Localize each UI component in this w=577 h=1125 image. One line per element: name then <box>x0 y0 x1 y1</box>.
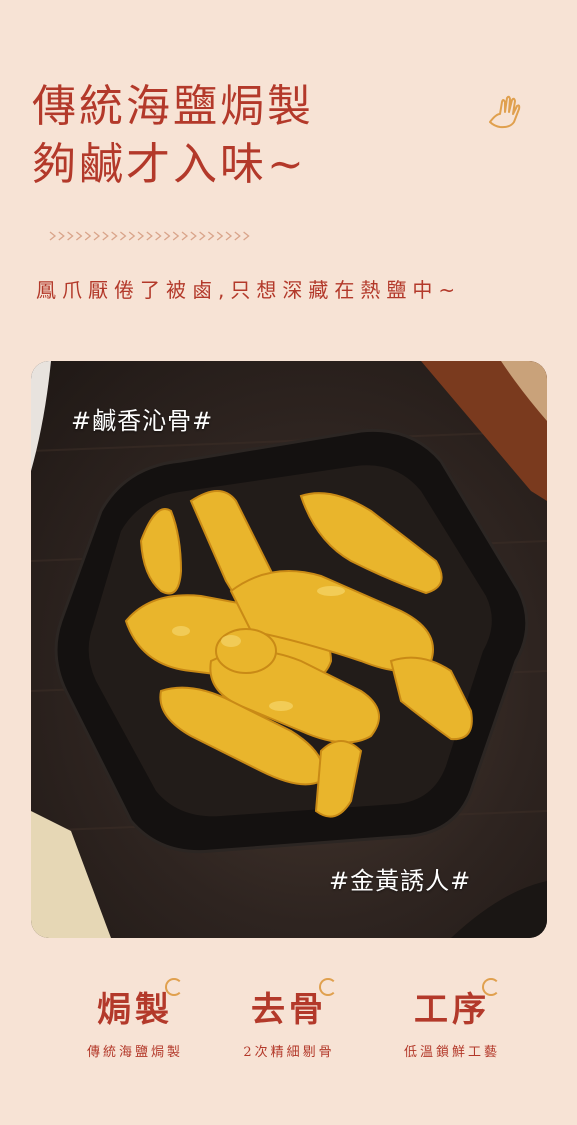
hashtag-golden-tempting: #金黃誘人# <box>329 867 472 895</box>
feature-process: 工序 低溫鎖鮮工藝 <box>367 978 537 1060</box>
feature-title-text: 去骨 <box>251 990 327 1030</box>
feature-title-text: 工序 <box>414 990 490 1030</box>
hashtag-salty-fragrant: #鹹香沁骨# <box>71 407 214 435</box>
chevron-divider-icon <box>49 231 250 241</box>
feature-caption: 低溫鎖鮮工藝 <box>403 1045 500 1060</box>
feature-baked: 焗製 傳統海鹽焗製 <box>50 978 220 1060</box>
subtitle: 鳳爪厭倦了被鹵,只想深藏在熱鹽中~ <box>36 278 462 302</box>
feature-title: 去骨 <box>251 978 337 1031</box>
title-line-1: 傳統海鹽焗製 <box>32 81 314 132</box>
feature-title-text: 焗製 <box>97 990 173 1030</box>
ring-decoration-icon <box>482 978 500 996</box>
product-photo: #鹹香沁骨# #金黃誘人# <box>31 361 547 938</box>
feature-deboned: 去骨 2次精細剔骨 <box>204 978 374 1060</box>
feature-caption: 傳統海鹽焗製 <box>86 1045 183 1060</box>
feature-caption: 2次精細剔骨 <box>243 1045 335 1060</box>
feature-title: 工序 <box>414 978 500 1031</box>
ring-decoration-icon <box>165 978 183 996</box>
feature-title: 焗製 <box>97 978 183 1031</box>
ring-decoration-icon <box>319 978 337 996</box>
title-line-2: 夠鹹才入味~ <box>32 139 307 190</box>
page-title: 傳統海鹽焗製 夠鹹才入味~ <box>32 78 314 194</box>
chicken-feet-illustration <box>31 361 547 938</box>
hand-icon <box>489 95 521 129</box>
